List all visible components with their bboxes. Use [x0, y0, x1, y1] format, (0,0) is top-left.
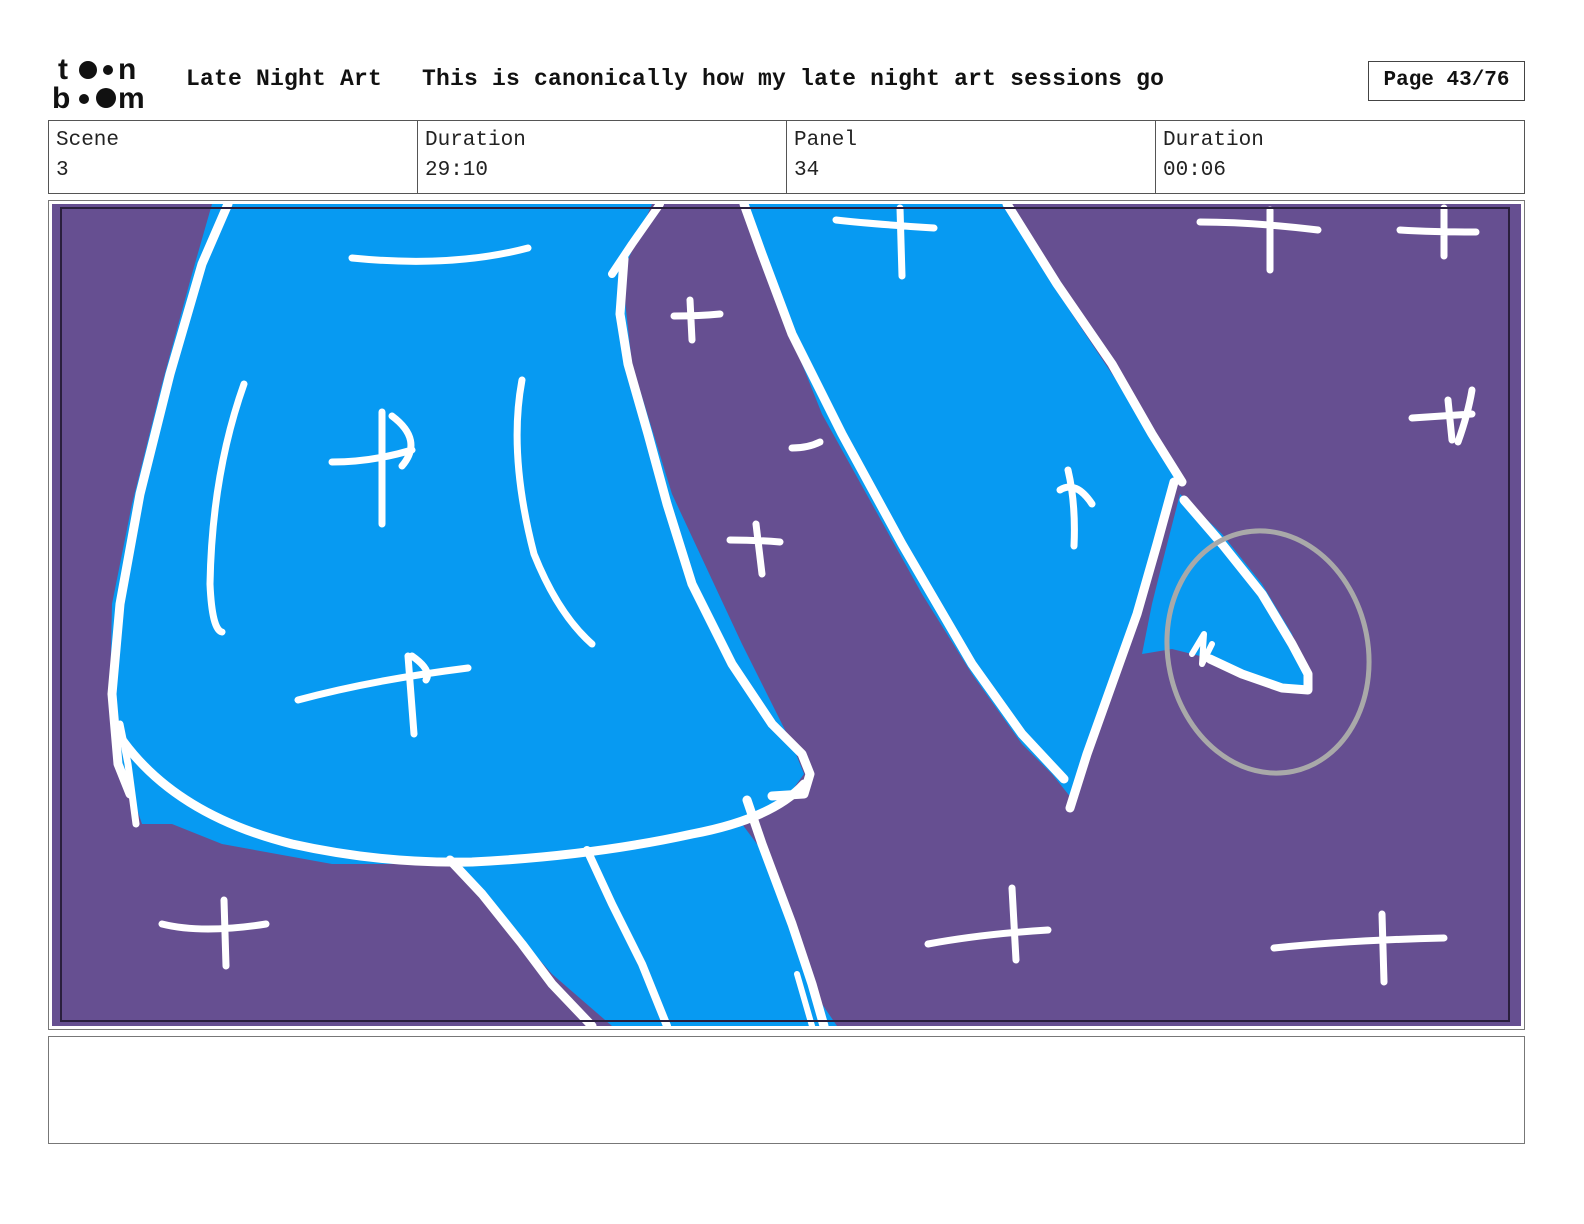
panel-duration-value: 00:06 [1163, 159, 1227, 182]
panel-duration-cell: Duration 00:06 [1156, 121, 1524, 193]
page-number-box: Page 43/76 [1368, 61, 1525, 101]
svg-text:b: b [52, 82, 70, 112]
panel-duration-label: Duration [1163, 129, 1264, 152]
scene-value: 3 [56, 159, 69, 182]
project-subtitle: This is canonically how my late night ar… [422, 66, 1165, 92]
toon-boom-logo-mark: t n b m [52, 53, 145, 112]
scene-label: Scene [56, 129, 120, 152]
panel-cell: Panel 34 [787, 121, 1156, 193]
camera-safe-frame [60, 207, 1510, 1022]
svg-text:m: m [118, 82, 145, 112]
panel-drawing[interactable] [52, 204, 1521, 1026]
project-title: Late Night Art [186, 66, 383, 92]
panel-label: Panel [794, 129, 858, 152]
toon-boom-logo: t n b m [52, 52, 164, 112]
panel-notes-box[interactable] [48, 1036, 1525, 1144]
scene-duration-label: Duration [425, 129, 526, 152]
scene-duration-value: 29:10 [425, 159, 489, 182]
panel-value: 34 [794, 159, 820, 182]
scene-cell: Scene 3 [49, 121, 418, 193]
scene-duration-cell: Duration 29:10 [418, 121, 787, 193]
panel-info-row: Scene 3 Duration 29:10 Panel 34 Duration… [48, 120, 1525, 194]
